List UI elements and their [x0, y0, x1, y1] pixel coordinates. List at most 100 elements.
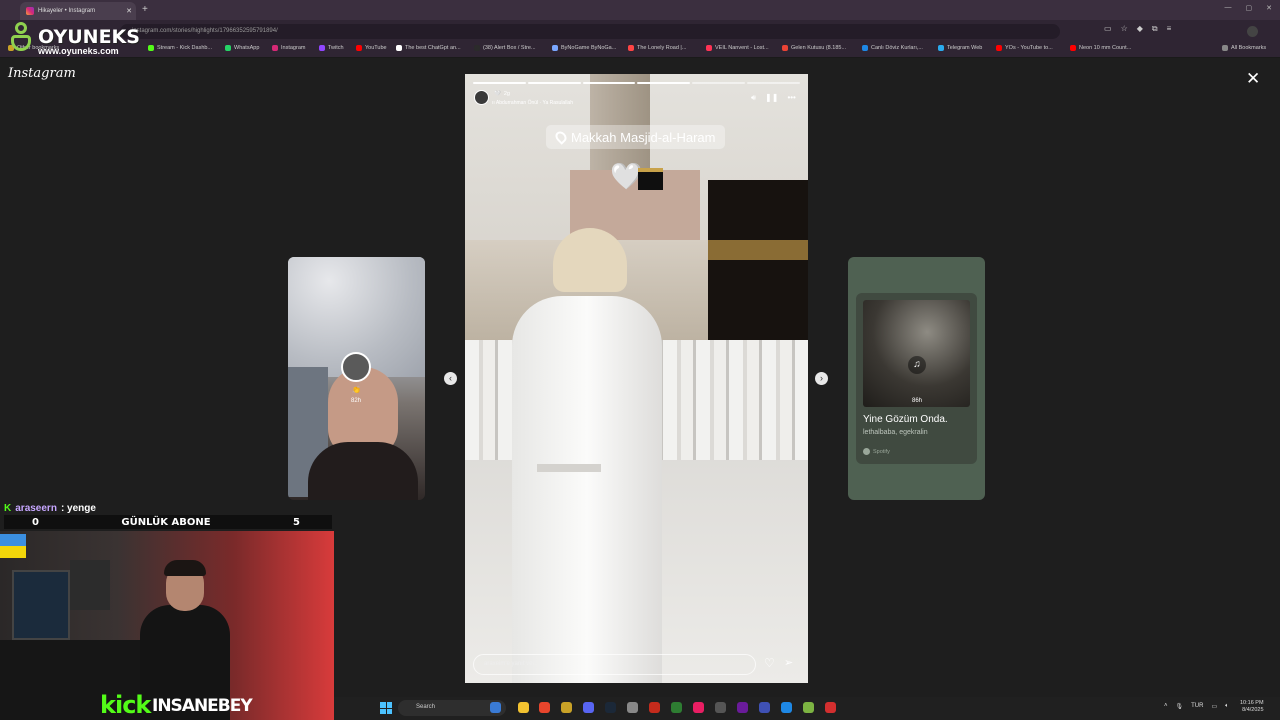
next-story-time: 86h — [911, 398, 922, 404]
song-title: Yine Gözüm Onda. — [863, 414, 948, 425]
bookmark-favicon-icon — [396, 45, 402, 51]
volume-icon[interactable]: 🔊︎ — [751, 93, 756, 103]
taskbar-app-icon[interactable] — [627, 702, 638, 713]
pause-icon[interactable]: ❚❚ — [765, 93, 778, 103]
bookmark-item[interactable]: Canlı Döviz Kurları,... — [862, 45, 923, 51]
bookmark-favicon-icon — [1070, 45, 1076, 51]
progress-segment — [582, 82, 636, 84]
clock-time: 10:16 PM — [1240, 700, 1264, 706]
star-icon[interactable]: ☆ — [1121, 24, 1128, 34]
sub-count-left: 0 — [32, 516, 39, 528]
window-close-icon[interactable]: ✕ — [1266, 4, 1272, 12]
taskbar-app-icon[interactable] — [539, 702, 550, 713]
story-controls: 🔊︎ ❚❚ ••• — [751, 93, 796, 103]
taskbar-app-icon[interactable] — [605, 702, 616, 713]
song-source: Spotify — [863, 448, 890, 455]
instagram-logo[interactable]: Instagram — [8, 66, 76, 81]
close-icon[interactable]: ✕ — [1246, 70, 1260, 87]
bookmark-favicon-icon — [706, 45, 712, 51]
window-controls: — ▢ ✕ — [1225, 4, 1273, 12]
reply-input[interactable]: araxeim'e yanıt ver... — [473, 654, 756, 675]
bookmark-label: Gelen Kutusu (8.185... — [791, 45, 847, 51]
bookmark-item[interactable]: Stream - Kick Dashb... — [148, 45, 212, 51]
bookmark-favicon-icon — [628, 45, 634, 51]
bookmark-item[interactable]: Neon 10 mm Count... — [1070, 45, 1131, 51]
more-options-icon[interactable]: ••• — [787, 93, 795, 103]
browser-tab[interactable]: Hikayeler • Instagram ✕ — [20, 2, 136, 20]
sub-label: GÜNLÜK ABONE — [121, 516, 211, 528]
taskbar-clock[interactable]: 10:16 PM 8/4/2025 — [1240, 700, 1264, 714]
bookmark-item[interactable]: (38) Alert Box / Stre... — [474, 45, 536, 51]
menu-icon[interactable]: ≡ — [1167, 24, 1172, 34]
bookmark-item[interactable]: Twitch — [319, 45, 344, 51]
url-field[interactable]: instagram.com/stories/highlights/1796635… — [120, 24, 1060, 39]
chevron-up-icon[interactable]: ˄ — [1164, 703, 1168, 710]
music-artist: Abdurrahman Önül — [495, 100, 539, 106]
progress-segment — [747, 82, 800, 84]
logo-site: www.oyuneks.com — [38, 46, 119, 56]
location-sticker[interactable]: Makkah Masjid-al-Haram — [546, 125, 726, 149]
streamer-name: INSANEBEY — [152, 696, 253, 716]
taskbar-app-icon[interactable] — [671, 702, 682, 713]
maximize-icon[interactable]: ▢ — [1246, 4, 1253, 12]
progress-segment — [692, 82, 746, 84]
ukraine-flag — [0, 534, 26, 558]
send-icon[interactable]: ➢ — [784, 657, 793, 669]
bookmark-favicon-icon — [938, 45, 944, 51]
new-tab-button[interactable]: + — [142, 4, 148, 15]
bookmark-label: Instagram — [281, 45, 306, 51]
all-bookmarks[interactable]: All Bookmarks — [1222, 45, 1266, 51]
tab-close-icon[interactable]: ✕ — [126, 7, 132, 15]
bookmark-favicon-icon — [862, 45, 868, 51]
like-heart-icon[interactable]: ♡ — [764, 657, 775, 669]
taskbar-app-icon[interactable] — [803, 702, 814, 713]
bookmark-item[interactable]: The best ChatGpt an... — [396, 45, 461, 51]
taskbar-app-icon[interactable] — [490, 702, 501, 713]
speaker-icon[interactable]: 🔈︎ — [1225, 703, 1229, 710]
extensions-puzzle-icon[interactable]: ⧉ — [1152, 24, 1158, 34]
taskbar-app-icon[interactable] — [583, 702, 594, 713]
bookmark-favicon-icon — [996, 45, 1002, 51]
bookmark-item[interactable]: Gelen Kutusu (8.185... — [782, 45, 846, 51]
taskbar-app-icon[interactable] — [693, 702, 704, 713]
bookmark-item[interactable]: ByNoGame ByNoGa... — [552, 45, 616, 51]
bookmark-item[interactable]: YouTube — [356, 45, 387, 51]
taskbar-app-icon[interactable] — [781, 702, 792, 713]
taskbar-app-icon[interactable] — [518, 702, 529, 713]
bookmark-item[interactable]: Instagram — [272, 45, 305, 51]
bookmark-item[interactable]: The Lonely Road |... — [628, 45, 686, 51]
taskbar-app-icon[interactable] — [737, 702, 748, 713]
language-indicator[interactable]: TUR — [1191, 703, 1203, 710]
bookmark-label: YouTube — [365, 45, 387, 51]
minimize-icon[interactable]: — — [1225, 4, 1232, 12]
clap-emoji: 👏 — [352, 387, 361, 394]
taskbar-app-icon[interactable] — [715, 702, 726, 713]
profile-avatar[interactable] — [1247, 26, 1258, 37]
tab-title: Hikayeler • Instagram — [38, 8, 96, 14]
taskbar-app-icon[interactable] — [825, 702, 836, 713]
bookmark-item[interactable]: VEIL Nanvent - Lost... — [706, 45, 769, 51]
bookmark-label: The best ChatGpt an... — [405, 45, 461, 51]
kaaba-emoji — [638, 168, 663, 190]
system-tray: ˄ 🎙︎ TUR ▭ 🔈︎ — [1164, 703, 1229, 710]
bookmark-item[interactable]: WhatsApp — [225, 45, 259, 51]
next-story-button[interactable]: › — [815, 372, 828, 385]
previous-story-button[interactable]: ‹ — [444, 372, 457, 385]
bookmark-label: Telegram Web — [947, 45, 983, 51]
cast-icon[interactable]: ▭ — [1104, 24, 1112, 34]
story-author-avatar[interactable] — [474, 90, 489, 105]
story-music[interactable]: ıı Abdurrahman Önül · Ya Rasulallah — [492, 100, 573, 106]
extension-icon[interactable]: ◆ — [1137, 24, 1143, 34]
windows-start-icon[interactable] — [380, 702, 392, 714]
taskbar-app-icon[interactable] — [649, 702, 660, 713]
taskbar-app-icon[interactable] — [561, 702, 572, 713]
music-note-icon: ♫ — [908, 356, 926, 374]
pilgrim-hat — [553, 228, 627, 292]
bookmark-item[interactable]: YOs - YouTube to... — [996, 45, 1053, 51]
bookmark-favicon-icon — [782, 45, 788, 51]
microphone-icon[interactable]: 🎙︎ — [1176, 703, 1184, 710]
bookmark-item[interactable]: Telegram Web — [938, 45, 982, 51]
network-icon[interactable]: ▭ — [1211, 703, 1217, 710]
kick-logo: kick — [100, 691, 151, 719]
taskbar-app-icon[interactable] — [759, 702, 770, 713]
